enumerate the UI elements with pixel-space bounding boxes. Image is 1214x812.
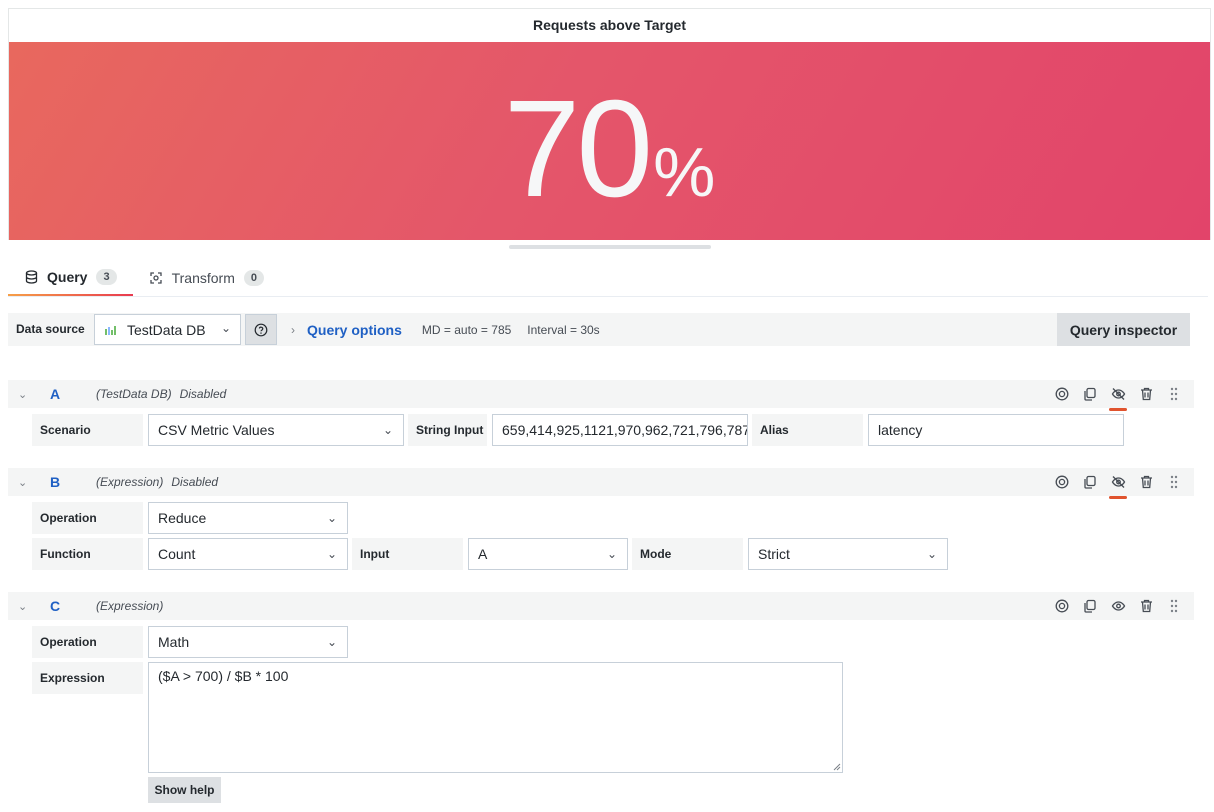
query-ref-id[interactable]: B xyxy=(50,474,90,490)
input-value: A xyxy=(478,546,488,562)
chevron-right-icon: › xyxy=(291,322,295,337)
mode-value: Strict xyxy=(758,546,790,562)
stat-value: 70% xyxy=(9,70,1210,229)
duplicate-icon[interactable] xyxy=(1076,468,1104,496)
duplicate-icon[interactable] xyxy=(1076,592,1104,620)
query-datasource-name: (Expression) xyxy=(96,475,164,489)
chevron-down-icon: ⌄ xyxy=(606,547,617,561)
scenario-label: Scenario xyxy=(32,414,143,446)
resize-handle-icon[interactable] xyxy=(833,763,841,771)
operation-select[interactable]: Math ⌄ xyxy=(148,626,348,658)
question-circle-icon xyxy=(254,323,268,336)
show-help-button[interactable]: Show help xyxy=(148,777,221,803)
query-disabled-label: Disabled xyxy=(171,475,219,489)
input-select[interactable]: A ⌄ xyxy=(468,538,628,570)
collapse-icon[interactable]: ⌄ xyxy=(18,476,32,489)
query-options-md: MD = auto = 785 xyxy=(421,322,512,337)
query-help-icon[interactable] xyxy=(1048,468,1076,496)
transform-icon xyxy=(149,271,163,285)
chevron-down-icon: ⌄ xyxy=(926,547,937,561)
scenario-select[interactable]: CSV Metric Values ⌄ xyxy=(148,414,404,446)
query-row-actions xyxy=(1048,468,1188,499)
datasource-picker[interactable]: TestData DB ⌄ xyxy=(94,314,241,345)
operation-select[interactable]: Reduce ⌄ xyxy=(148,502,348,534)
duplicate-icon[interactable] xyxy=(1076,380,1104,408)
query-row-c-header[interactable]: ⌄ C (Expression) xyxy=(8,592,1194,620)
query-toolbar: Data source TestData DB ⌄ › Query option… xyxy=(8,313,1190,346)
query-ref-id[interactable]: C xyxy=(50,598,90,614)
tab-transform-label: Transform xyxy=(171,270,235,286)
database-icon xyxy=(24,270,38,284)
operation-value: Reduce xyxy=(158,510,207,526)
mode-select[interactable]: Strict ⌄ xyxy=(748,538,948,570)
datasource-help-button[interactable] xyxy=(245,314,277,345)
alias-field[interactable]: latency xyxy=(868,414,1124,446)
panel: Requests above Target 70% xyxy=(8,8,1211,240)
collapse-icon[interactable]: ⌄ xyxy=(18,600,32,613)
query-row-a-header[interactable]: ⌄ A (TestData DB) Disabled xyxy=(8,380,1194,411)
stat-number: 70 xyxy=(503,72,653,226)
tabs-divider xyxy=(8,296,1208,297)
testdata-icon xyxy=(104,324,118,336)
eye-icon[interactable] xyxy=(1104,592,1132,620)
editor-tabs: Query 3 Transform 0 xyxy=(8,260,280,297)
trash-icon[interactable] xyxy=(1132,592,1160,620)
chevron-down-icon: ⌄ xyxy=(382,423,393,437)
panel-resize-splitter[interactable] xyxy=(509,245,711,249)
query-options[interactable]: › Query options MD = auto = 785 Interval… xyxy=(282,313,616,346)
drag-handle-icon[interactable] xyxy=(1160,468,1188,496)
chevron-down-icon: ⌄ xyxy=(326,547,337,561)
chevron-down-icon: ⌄ xyxy=(326,635,337,649)
input-label: Input xyxy=(352,538,463,570)
query-help-icon[interactable] xyxy=(1048,380,1076,408)
operation-value: Math xyxy=(158,634,190,650)
datasource-value: TestData DB xyxy=(127,321,206,338)
eye-slash-icon[interactable] xyxy=(1104,380,1132,411)
query-options-title[interactable]: Query options xyxy=(307,322,402,338)
mode-label: Mode xyxy=(632,538,743,570)
datasource-label: Data source xyxy=(16,322,85,336)
query-disabled-label: Disabled xyxy=(179,387,227,401)
function-label: Function xyxy=(32,538,143,570)
query-row-actions xyxy=(1048,380,1188,411)
tab-query-label: Query xyxy=(47,269,88,285)
query-row-b-header[interactable]: ⌄ B (Expression) Disabled xyxy=(8,468,1194,499)
tab-transform[interactable]: Transform 0 xyxy=(133,260,280,296)
operation-label: Operation xyxy=(32,626,143,658)
eye-slash-icon[interactable] xyxy=(1104,468,1132,499)
stat-unit: % xyxy=(653,133,716,211)
trash-icon[interactable] xyxy=(1132,468,1160,496)
stat-background: 70% xyxy=(9,42,1210,240)
alias-label: Alias xyxy=(752,414,863,446)
query-datasource-name: (Expression) xyxy=(96,599,164,613)
expression-label: Expression xyxy=(32,662,143,694)
collapse-icon[interactable]: ⌄ xyxy=(18,388,32,401)
drag-handle-icon[interactable] xyxy=(1160,380,1188,408)
expression-textarea[interactable]: ($A > 700) / $B * 100 xyxy=(148,662,843,773)
panel-title[interactable]: Requests above Target xyxy=(9,9,1210,42)
expression-value: ($A > 700) / $B * 100 xyxy=(158,668,289,684)
query-row-actions xyxy=(1048,592,1188,620)
tab-query-count: 3 xyxy=(96,269,117,285)
tab-query[interactable]: Query 3 xyxy=(8,260,133,297)
function-value: Count xyxy=(158,546,196,562)
tab-transform-count: 0 xyxy=(243,270,264,286)
scenario-value: CSV Metric Values xyxy=(158,422,275,438)
query-options-interval: Interval = 30s xyxy=(527,322,600,337)
chevron-down-icon: ⌄ xyxy=(326,511,337,525)
query-datasource-name: (TestData DB) xyxy=(96,387,172,401)
string-input-field[interactable]: 659,414,925,1121,970,962,721,796,787 xyxy=(492,414,748,446)
string-input-label: String Input xyxy=(408,414,487,446)
function-select[interactable]: Count ⌄ xyxy=(148,538,348,570)
trash-icon[interactable] xyxy=(1132,380,1160,408)
query-inspector-button[interactable]: Query inspector xyxy=(1057,313,1190,346)
query-ref-id[interactable]: A xyxy=(50,386,90,402)
drag-handle-icon[interactable] xyxy=(1160,592,1188,620)
operation-label: Operation xyxy=(32,502,143,534)
chevron-down-icon: ⌄ xyxy=(220,321,231,335)
query-help-icon[interactable] xyxy=(1048,592,1076,620)
